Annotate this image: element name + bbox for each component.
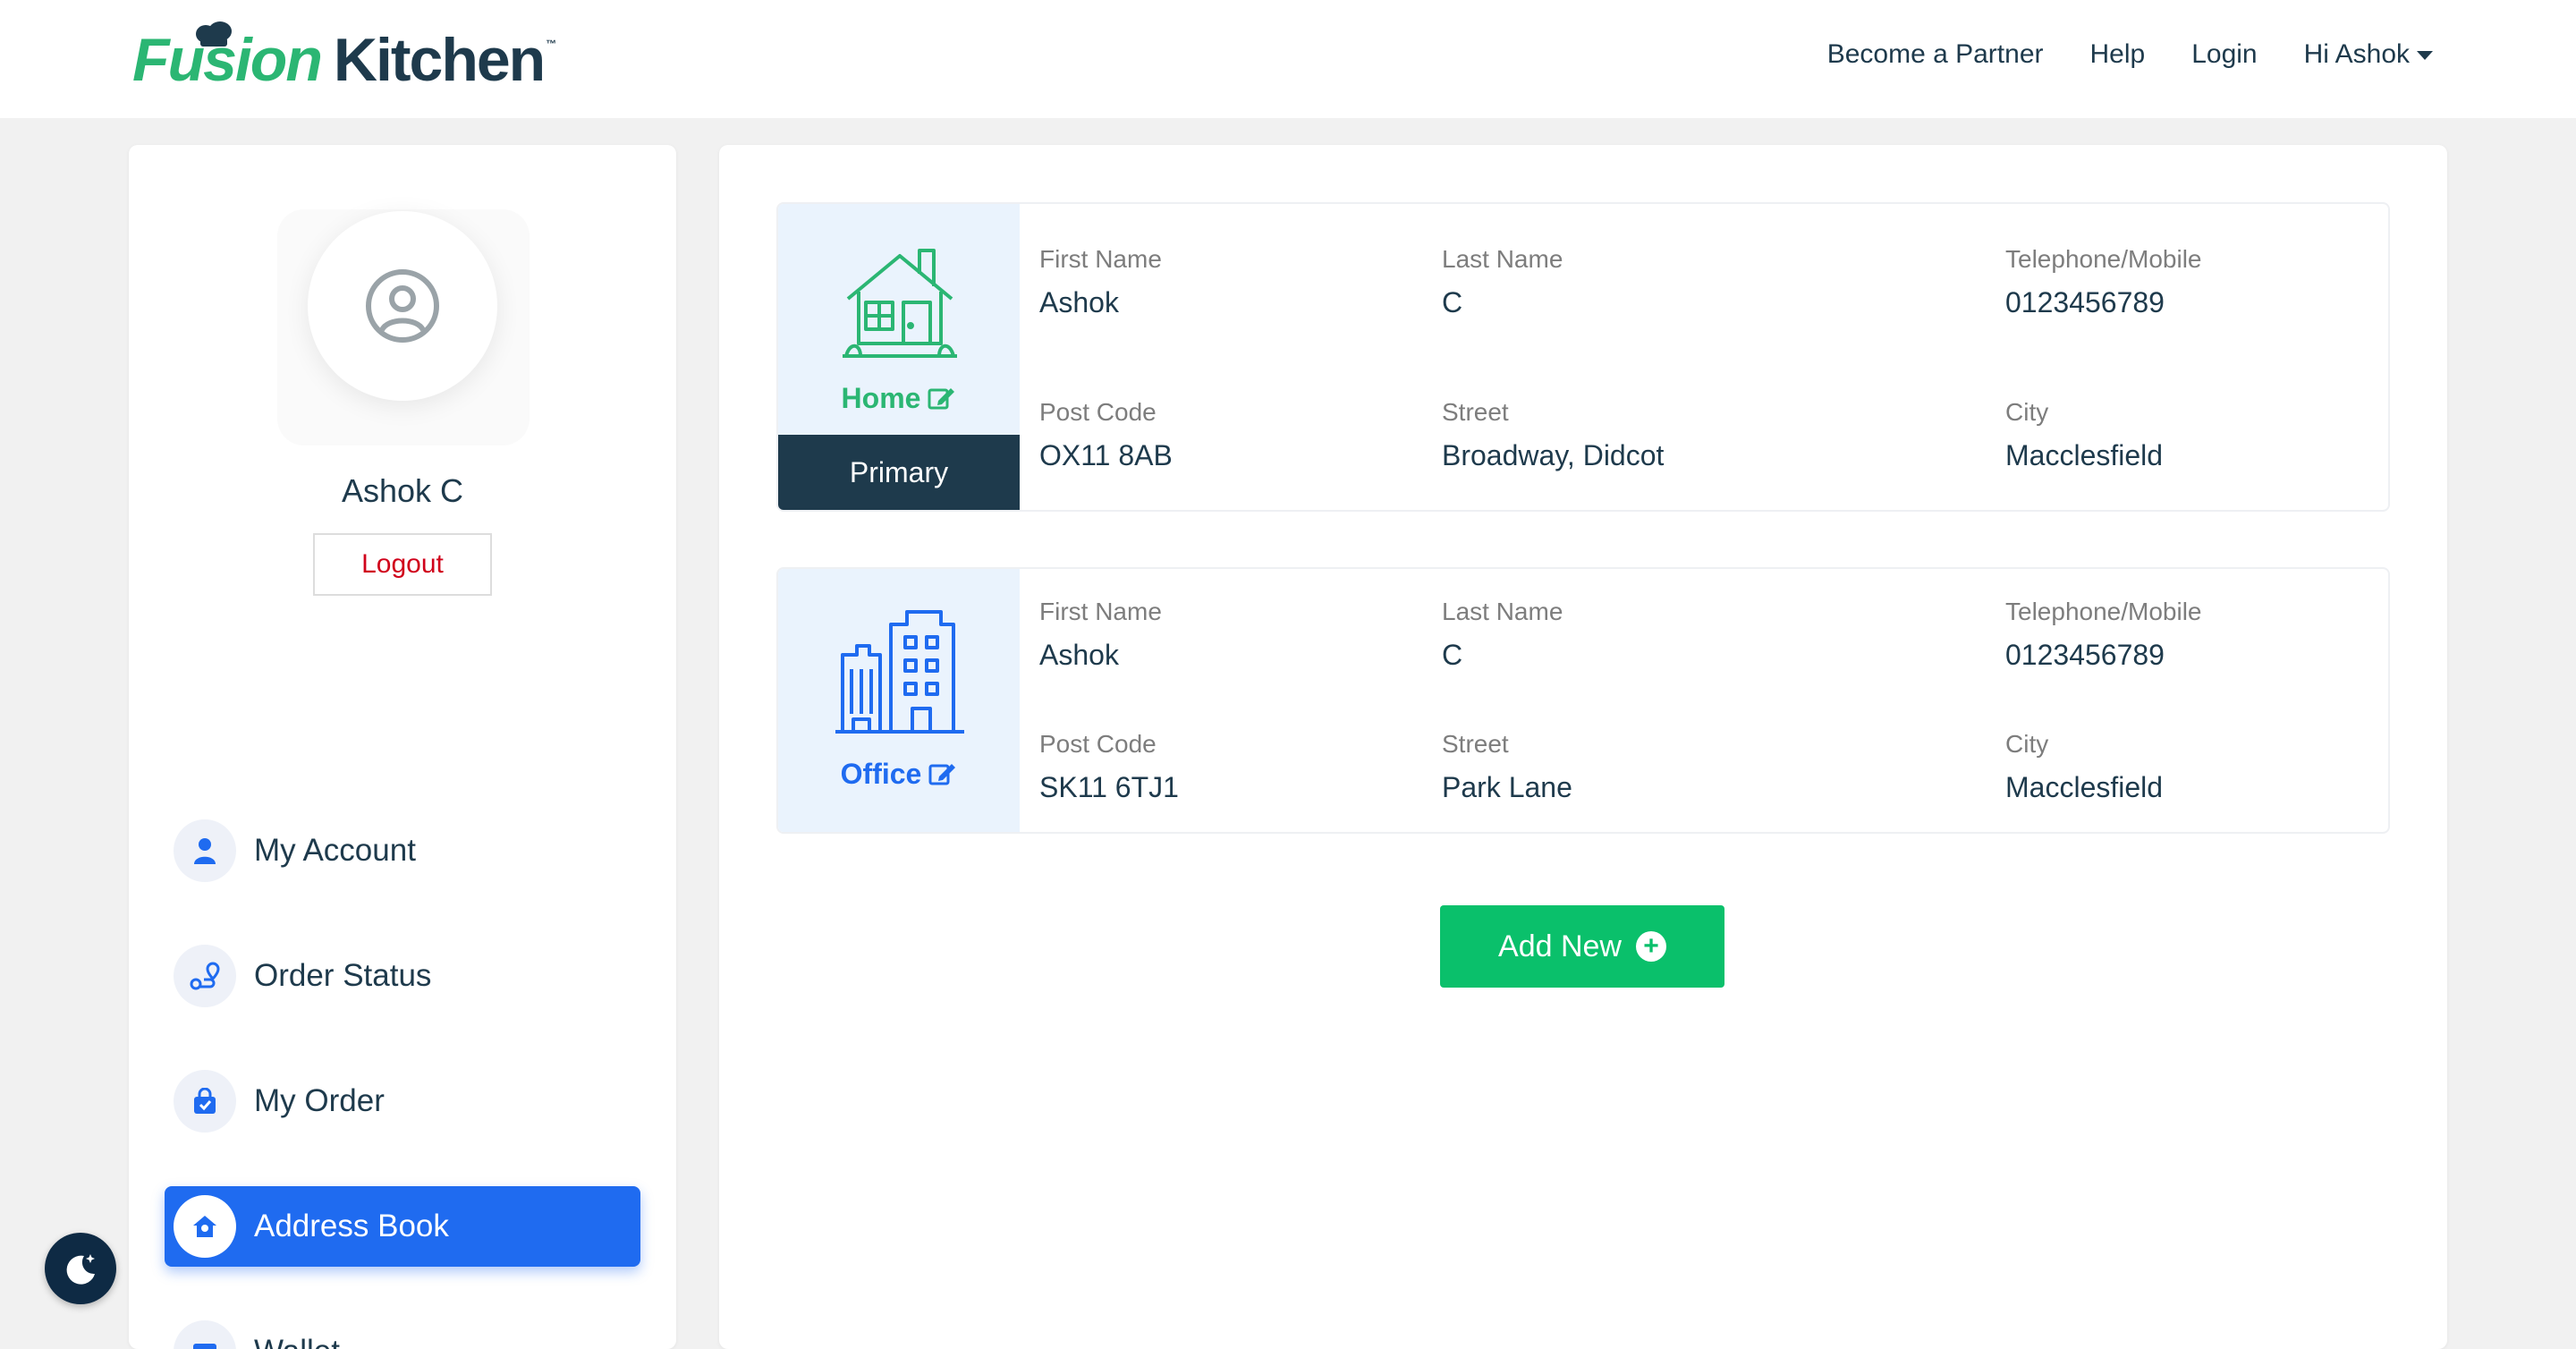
post-code-value: OX11 8AB xyxy=(1039,439,1173,471)
wallet-icon xyxy=(174,1320,236,1349)
house-icon xyxy=(843,249,957,358)
moon-stars-icon xyxy=(66,1254,95,1285)
logo-trademark: ™ xyxy=(546,38,557,50)
plus-circle-icon: + xyxy=(1635,931,1666,962)
city-value: Macclesfield xyxy=(2005,439,2164,471)
edit-icon[interactable] xyxy=(928,385,956,411)
top-header: Fusion Kitchen ™ Become a Partner Help L… xyxy=(0,0,2576,118)
become-partner-link[interactable]: Become a Partner xyxy=(1827,39,2044,70)
address-card-office: Office First Name Ashok Last Name C Tele… xyxy=(776,567,2390,834)
chef-hat-icon xyxy=(196,21,232,47)
home-location-icon xyxy=(174,1195,236,1258)
address-book-panel: Home Primary First Name Ashok Last Name … xyxy=(719,145,2447,1349)
address-type-office: Office xyxy=(778,755,1020,793)
post-code-value: SK11 6TJ1 xyxy=(1039,771,1179,803)
sidebar-item-my-account[interactable]: My Account xyxy=(165,810,640,891)
route-pin-icon xyxy=(174,945,236,1007)
sidebar-item-label: My Account xyxy=(254,833,416,868)
last-name-label: Last Name xyxy=(1442,598,1563,625)
user-menu-dropdown[interactable]: Hi Ashok xyxy=(2304,39,2433,70)
sidebar-item-label: Address Book xyxy=(254,1209,449,1243)
add-new-address-button[interactable]: Add New + xyxy=(1440,905,1724,988)
sidebar-item-label: Order Status xyxy=(254,958,432,993)
shopping-bag-icon xyxy=(174,1070,236,1133)
street-value: Park Lane xyxy=(1442,771,1572,803)
street-value: Broadway, Didcot xyxy=(1442,439,1665,471)
logout-button[interactable]: Logout xyxy=(313,533,492,596)
logo-text-kitchen: Kitchen xyxy=(333,26,546,94)
first-name-value: Ashok xyxy=(1039,639,1119,671)
sidebar-item-address-book[interactable]: Address Book xyxy=(165,1186,640,1267)
sidebar-item-label: My Order xyxy=(254,1083,385,1118)
user-icon xyxy=(174,819,236,882)
address-type-home: Home xyxy=(778,379,1020,417)
fusion-kitchen-logo[interactable]: Fusion Kitchen ™ xyxy=(132,21,557,97)
street-label: Street xyxy=(1442,398,1509,426)
first-name-label: First Name xyxy=(1039,245,1162,273)
sidebar-item-order-status[interactable]: Order Status xyxy=(165,936,640,1016)
user-circle-icon xyxy=(366,269,439,343)
header-nav: Become a Partner Help Login Hi Ashok xyxy=(1827,39,2433,70)
address-type-label: Home xyxy=(841,381,921,414)
last-name-label: Last Name xyxy=(1442,245,1563,273)
phone-label: Telephone/Mobile xyxy=(2005,245,2202,273)
sidebar-item-wallet[interactable]: Wallet xyxy=(165,1311,640,1349)
user-greeting: Hi Ashok xyxy=(2303,39,2410,69)
post-code-label: Post Code xyxy=(1039,730,1157,758)
last-name-value: C xyxy=(1442,639,1463,671)
phone-label: Telephone/Mobile xyxy=(2005,598,2202,625)
sidebar-item-my-order[interactable]: My Order xyxy=(165,1061,640,1141)
user-name: Ashok C xyxy=(341,472,464,509)
last-name-value: C xyxy=(1442,286,1463,318)
address-type-panel: Office xyxy=(778,569,1020,832)
sidebar-item-label: Wallet xyxy=(254,1334,340,1349)
login-link[interactable]: Login xyxy=(2191,39,2257,70)
caret-down-icon xyxy=(2417,51,2433,61)
account-sidebar: Ashok C Logout My Account Order Status M… xyxy=(129,145,676,1349)
address-type-panel: Home Primary xyxy=(778,204,1020,510)
city-label: City xyxy=(2005,398,2049,426)
primary-badge: Primary xyxy=(778,435,1020,510)
city-value: Macclesfield xyxy=(2005,771,2164,803)
edit-icon[interactable] xyxy=(928,760,957,787)
office-building-icon xyxy=(835,610,964,734)
avatar xyxy=(308,211,497,401)
dark-mode-toggle[interactable] xyxy=(45,1233,116,1304)
phone-value: 0123456789 xyxy=(2005,286,2165,318)
street-label: Street xyxy=(1442,730,1509,758)
add-new-label: Add New xyxy=(1498,929,1622,963)
address-card-home: Home Primary First Name Ashok Last Name … xyxy=(776,202,2390,512)
address-type-label: Office xyxy=(840,757,922,790)
help-link[interactable]: Help xyxy=(2090,39,2146,70)
post-code-label: Post Code xyxy=(1039,398,1157,426)
first-name-label: First Name xyxy=(1039,598,1162,625)
city-label: City xyxy=(2005,730,2049,758)
first-name-value: Ashok xyxy=(1039,286,1119,318)
phone-value: 0123456789 xyxy=(2005,639,2165,671)
